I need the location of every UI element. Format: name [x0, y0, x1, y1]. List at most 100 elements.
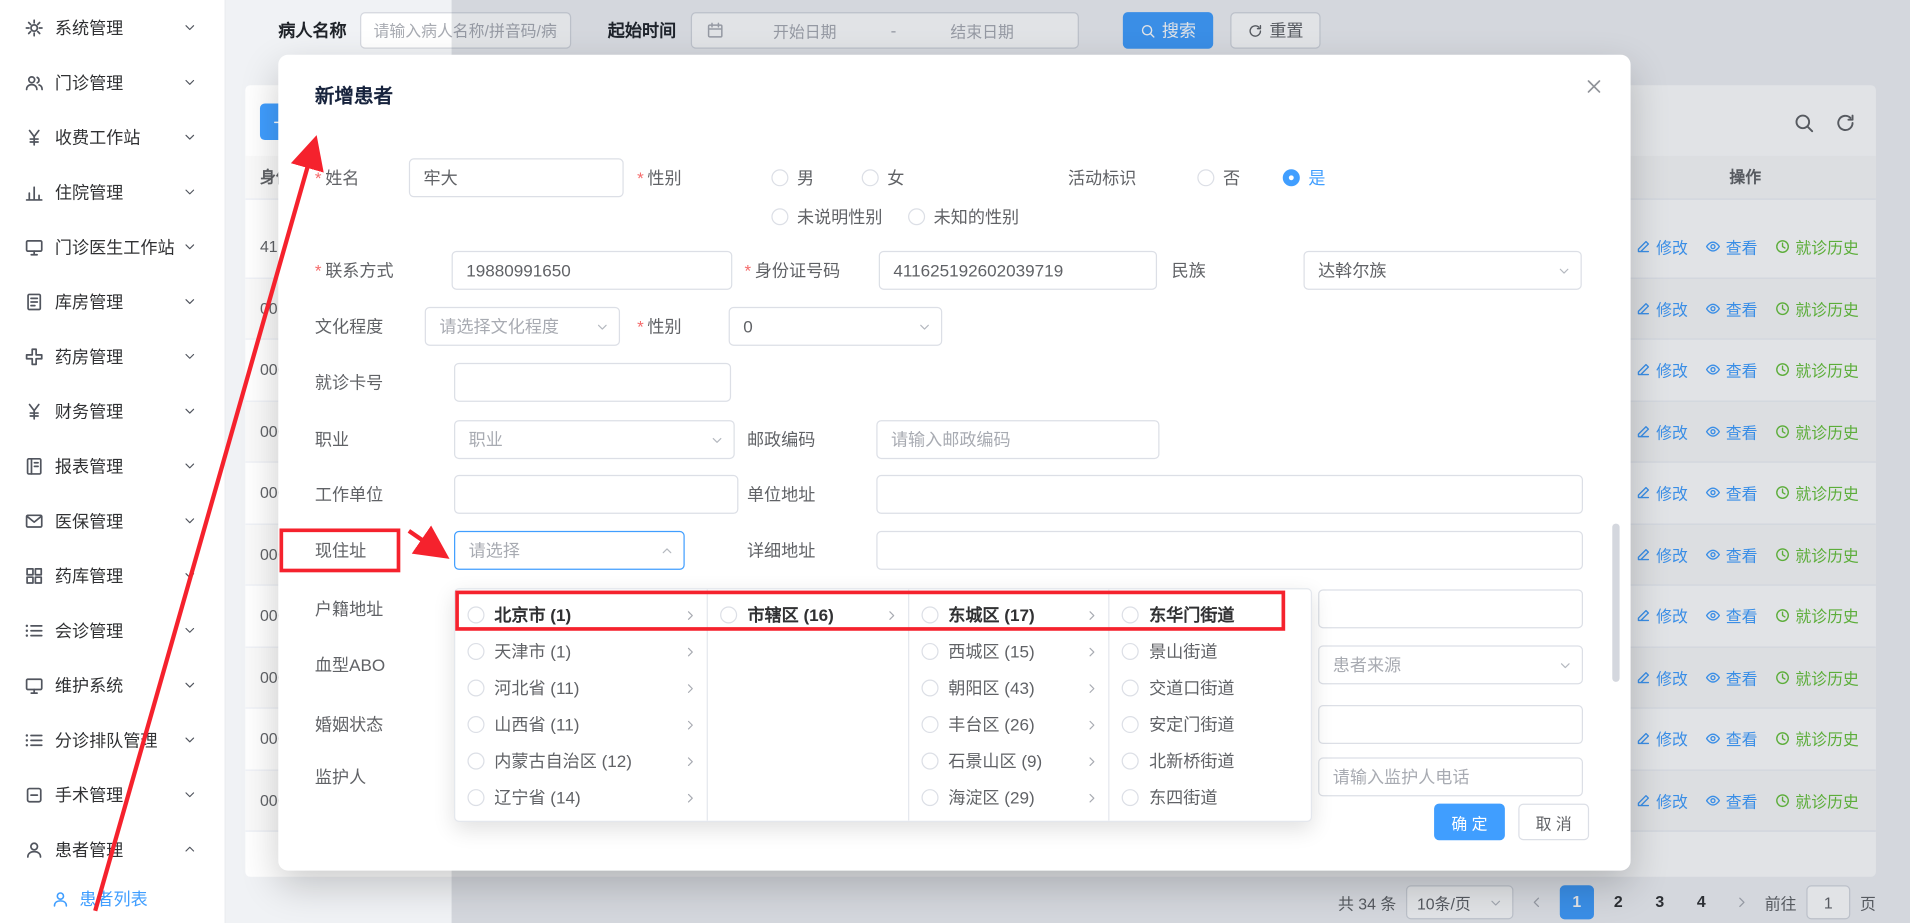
cascader-option[interactable]: 东城区 (17)	[909, 597, 1109, 634]
gender-select[interactable]: 0	[729, 307, 943, 346]
sidebar-item[interactable]: 会诊管理	[0, 603, 225, 658]
contact-input[interactable]	[452, 251, 733, 290]
radio-icon	[771, 208, 788, 225]
cascader-option[interactable]: 北新桥街道	[1110, 743, 1311, 780]
chevron-right-icon	[1086, 681, 1099, 694]
gender-radio-2[interactable]: 未说明性别	[771, 197, 882, 236]
work-address-input[interactable]	[876, 475, 1583, 514]
sidebar-item[interactable]: 报表管理	[0, 438, 225, 493]
sidebar-item[interactable]: 系统管理	[0, 0, 225, 55]
cascader-option[interactable]: 辽宁省 (14)	[455, 779, 707, 816]
cascader-option[interactable]: 安定门街道	[1110, 706, 1311, 743]
current-address-select[interactable]: 请选择	[454, 531, 685, 570]
name-input[interactable]	[409, 158, 624, 197]
cascader-option[interactable]: 丰台区 (26)	[909, 706, 1109, 743]
id-number-label: *身份证号码	[745, 251, 841, 290]
chevron-down-icon	[596, 320, 609, 333]
sidebar-item[interactable]: 收费工作站	[0, 110, 225, 165]
medical-cross-icon	[24, 346, 44, 365]
cascader-option[interactable]: 山西省 (11)	[455, 706, 707, 743]
patient-name-label: 病人名称	[278, 18, 346, 42]
cascader-option[interactable]: 交道口街道	[1110, 670, 1311, 707]
gender-label: *性别	[637, 158, 681, 197]
close-icon[interactable]	[1584, 77, 1604, 96]
chevron-right-icon	[684, 608, 697, 621]
radio-icon	[467, 716, 484, 733]
radio-icon	[1283, 169, 1300, 186]
cascader-option[interactable]: 景山街道	[1110, 633, 1311, 670]
sidebar-item[interactable]: 住院管理	[0, 164, 225, 219]
household-right-input[interactable]	[1318, 589, 1583, 628]
dialog-scrollbar[interactable]	[1612, 524, 1619, 682]
marital-right-input[interactable]	[1318, 705, 1583, 744]
cascader-option[interactable]: 海淀区 (29)	[909, 779, 1109, 816]
cascader-option[interactable]: 石景山区 (9)	[909, 743, 1109, 780]
chevron-down-icon	[183, 295, 196, 308]
radio-icon	[721, 606, 738, 623]
sidebar-item[interactable]: 患者管理	[0, 822, 225, 877]
cascader-option[interactable]: 西城区 (15)	[909, 633, 1109, 670]
sidebar-item[interactable]: 维护系统	[0, 658, 225, 713]
gender-radio-0[interactable]: 男	[771, 158, 814, 197]
chevron-down-icon	[183, 240, 196, 253]
cascader-option[interactable]: 市辖区 (16)	[708, 597, 908, 634]
cascader-option[interactable]: 内蒙古自治区 (12)	[455, 743, 707, 780]
occupation-select[interactable]: 职业	[454, 420, 735, 459]
education-label: 文化程度	[315, 307, 383, 346]
chevron-down-icon	[183, 569, 196, 582]
postal-code-input[interactable]	[876, 420, 1159, 459]
guardian-phone-input[interactable]	[1318, 757, 1583, 796]
user-icon	[24, 840, 44, 859]
chevron-down-icon	[918, 320, 931, 333]
sidebar-item[interactable]: 门诊管理	[0, 55, 225, 110]
sidebar-item[interactable]: 药房管理	[0, 329, 225, 384]
sidebar-item[interactable]: 分诊排队管理	[0, 712, 225, 767]
list-icon	[24, 620, 44, 639]
chevron-down-icon	[183, 75, 196, 88]
id-number-input[interactable]	[879, 251, 1157, 290]
confirm-button[interactable]: 确 定	[1434, 804, 1505, 841]
contact-label: *联系方式	[315, 251, 394, 290]
active-flag-radio-0[interactable]: 否	[1197, 158, 1240, 197]
chevron-down-icon	[183, 404, 196, 417]
chevron-right-icon	[1086, 608, 1099, 621]
sidebar-item[interactable]: 药库管理	[0, 548, 225, 603]
education-select[interactable]: 请选择文化程度	[425, 307, 620, 346]
cascader-option[interactable]: 北京市 (1)	[455, 597, 707, 634]
cancel-button[interactable]: 取 消	[1518, 804, 1589, 841]
radio-icon	[1122, 716, 1139, 733]
chevron-down-icon	[1557, 264, 1570, 277]
sidebar-item-label: 手术管理	[55, 782, 183, 806]
sidebar-item[interactable]: 门诊医生工作站	[0, 219, 225, 274]
sidebar-item[interactable]: 手术管理	[0, 767, 225, 822]
gender-radio-3[interactable]: 未知的性别	[908, 197, 1019, 236]
sidebar-item-patient-list[interactable]: 患者列表	[0, 877, 225, 921]
work-unit-input[interactable]	[454, 475, 738, 514]
cascader-option[interactable]: 东华门街道	[1110, 597, 1311, 634]
work-unit-label: 工作单位	[315, 475, 383, 514]
detail-address-input[interactable]	[876, 531, 1583, 570]
active-flag-radio-1[interactable]: 是	[1283, 158, 1326, 197]
current-address-label: 现住址	[315, 531, 366, 570]
chevron-down-icon	[1559, 658, 1572, 671]
sidebar-item-label: 分诊排队管理	[55, 728, 183, 752]
chevron-right-icon	[684, 681, 697, 694]
patient-source-select[interactable]: 患者来源	[1318, 645, 1583, 684]
square-icon	[24, 785, 44, 804]
sidebar-subitem-label: 患者列表	[79, 886, 147, 910]
sidebar-item[interactable]: 财务管理	[0, 384, 225, 439]
cascader-option[interactable]: 东四街道	[1110, 779, 1311, 816]
cascader-option[interactable]: 朝阳区 (43)	[909, 670, 1109, 707]
sidebar-item-label: 财务管理	[55, 399, 183, 423]
chevron-right-icon	[684, 645, 697, 658]
cascader-option[interactable]: 河北省 (11)	[455, 670, 707, 707]
gender-radio-1[interactable]: 女	[862, 158, 905, 197]
radio-icon	[467, 753, 484, 770]
name-label: *姓名	[315, 158, 359, 197]
sidebar-item-label: 住院管理	[55, 180, 183, 204]
ethnicity-select[interactable]: 达斡尔族	[1303, 251, 1581, 290]
card-no-input[interactable]	[454, 363, 731, 402]
cascader-option[interactable]: 天津市 (1)	[455, 633, 707, 670]
sidebar-item[interactable]: 医保管理	[0, 493, 225, 548]
sidebar-item[interactable]: 库房管理	[0, 274, 225, 329]
